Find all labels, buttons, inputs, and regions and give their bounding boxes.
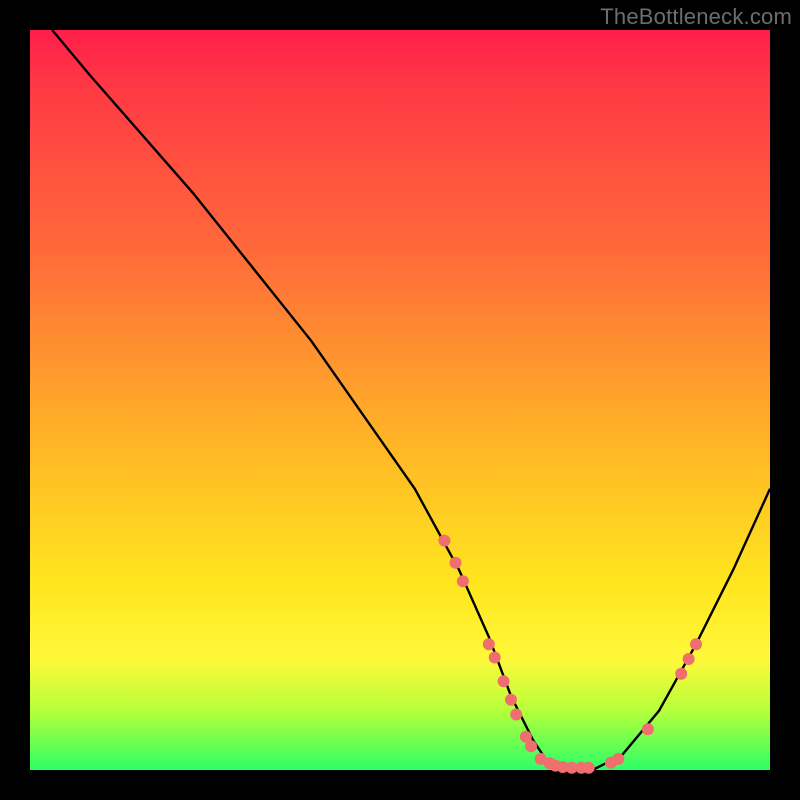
marker-dot: [690, 638, 702, 650]
marker-dot: [483, 638, 495, 650]
scatter-dots: [438, 535, 702, 774]
curve-svg: [30, 30, 770, 770]
marker-dot: [675, 668, 687, 680]
watermark-text: TheBottleneck.com: [600, 4, 792, 30]
marker-dot: [683, 653, 695, 665]
marker-dot: [642, 723, 654, 735]
plot-area: [30, 30, 770, 770]
marker-dot: [457, 575, 469, 587]
marker-dot: [612, 753, 624, 765]
marker-dot: [583, 762, 595, 774]
marker-dot: [438, 535, 450, 547]
marker-dot: [498, 675, 510, 687]
marker-dot: [450, 557, 462, 569]
marker-dot: [525, 740, 537, 752]
marker-dot: [489, 652, 501, 664]
chart-frame: TheBottleneck.com: [0, 0, 800, 800]
bottleneck-curve-path: [52, 30, 770, 770]
marker-dot: [510, 709, 522, 721]
marker-dot: [505, 694, 517, 706]
